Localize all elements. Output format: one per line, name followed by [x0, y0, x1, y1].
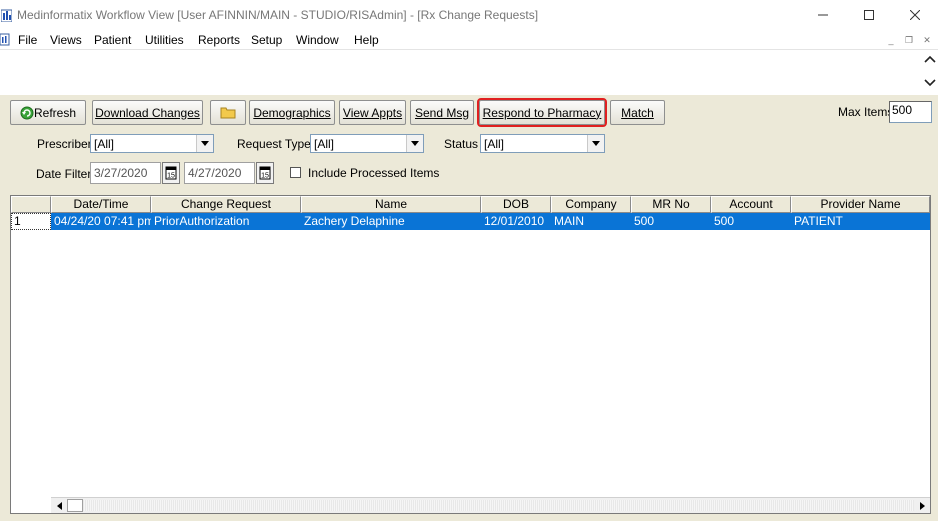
menu-patient[interactable]: Patient	[94, 33, 131, 47]
mdi-child-icon[interactable]	[0, 33, 10, 46]
chevron-down-icon	[196, 135, 213, 152]
mdi-minimize-icon[interactable]: _	[884, 34, 898, 46]
cell-provider-name: PATIENT	[794, 214, 843, 228]
include-processed-checkbox[interactable]	[290, 167, 301, 178]
date-to-calendar-button[interactable]: 15	[256, 162, 274, 184]
max-items-label: Max Items	[838, 105, 894, 119]
rx-change-requests-grid[interactable]: Date/Time Change Request Name DOB Compan…	[10, 195, 931, 514]
horizontal-scrollbar[interactable]	[51, 497, 930, 513]
menu-file[interactable]: File	[18, 33, 37, 47]
match-label: Match	[621, 105, 654, 120]
cell-mr-no: 500	[634, 214, 655, 228]
menu-utilities[interactable]: Utilities	[145, 33, 184, 47]
cell-date-time: 04/24/20 07:41 pm	[54, 214, 151, 228]
column-header-change-request[interactable]: Change Request	[151, 196, 301, 213]
menu-window[interactable]: Window	[296, 33, 339, 47]
header-panel	[0, 50, 938, 95]
chevron-down-icon	[587, 135, 604, 152]
demographics-label: Demographics	[253, 105, 331, 120]
date-from-calendar-button[interactable]: 15	[162, 162, 180, 184]
window-title: Medinformatix Workflow View [User AFINNI…	[17, 8, 539, 22]
scroll-down-icon[interactable]	[924, 76, 936, 88]
status-select[interactable]: [All]	[480, 134, 605, 153]
scrollbar-track[interactable]	[83, 500, 914, 511]
row-index-cell[interactable]: 1	[11, 213, 51, 230]
match-button[interactable]: Match	[610, 100, 665, 125]
mdi-restore-icon[interactable]: ❐	[902, 34, 916, 46]
scroll-up-icon[interactable]	[924, 54, 936, 66]
svg-text:15: 15	[167, 173, 175, 180]
mdi-close-icon[interactable]: ✕	[920, 34, 934, 46]
include-processed-label: Include Processed Items	[308, 166, 440, 180]
column-header-account[interactable]: Account	[711, 196, 791, 213]
cell-change-request: PriorAuthorization	[154, 214, 250, 228]
menu-help[interactable]: Help	[354, 33, 379, 47]
menu-setup[interactable]: Setup	[251, 33, 282, 47]
date-filter-label: Date Filter	[36, 167, 92, 181]
row-header-corner	[11, 196, 51, 213]
column-header-company[interactable]: Company	[551, 196, 631, 213]
refresh-button[interactable]: Refresh	[10, 100, 86, 125]
prescriber-value: [All]	[94, 137, 115, 151]
scroll-right-icon[interactable]	[914, 498, 930, 513]
respond-to-pharmacy-button[interactable]: Respond to Pharmacy	[477, 98, 607, 127]
demographics-button[interactable]: Demographics	[249, 100, 335, 125]
prescriber-select[interactable]: [All]	[90, 134, 214, 153]
date-to-input[interactable]: 4/27/2020	[184, 162, 255, 184]
calendar-icon: 15	[259, 166, 271, 180]
send-msg-button[interactable]: Send Msg	[410, 100, 474, 125]
column-header-provider-name[interactable]: Provider Name	[791, 196, 930, 213]
respond-to-pharmacy-label: Respond to Pharmacy	[482, 105, 602, 120]
maximize-icon[interactable]	[846, 0, 892, 30]
status-label: Status	[444, 137, 479, 151]
column-header-name[interactable]: Name	[301, 196, 481, 213]
calendar-icon: 15	[165, 166, 177, 180]
view-appts-label: View Appts	[342, 105, 403, 120]
status-value: [All]	[484, 137, 505, 151]
scroll-left-icon[interactable]	[51, 498, 67, 513]
download-changes-button[interactable]: Download Changes	[92, 100, 203, 125]
column-header-date-time[interactable]: Date/Time	[51, 196, 151, 213]
menu-views[interactable]: Views	[50, 33, 82, 47]
menu-reports[interactable]: Reports	[198, 33, 240, 47]
request-type-label: Request Type	[237, 137, 311, 151]
max-items-input[interactable]: 500	[889, 101, 932, 123]
cell-name: Zachery Delaphine	[304, 214, 405, 228]
prescriber-label: Prescriber	[37, 137, 92, 151]
request-type-value: [All]	[314, 137, 335, 151]
column-header-mr-no[interactable]: MR No	[631, 196, 711, 213]
request-type-select[interactable]: [All]	[310, 134, 424, 153]
table-row[interactable]: 04/24/20 07:41 pm PriorAuthorization Zac…	[11, 213, 930, 230]
scrollbar-thumb[interactable]	[67, 499, 83, 512]
app-icon	[1, 9, 12, 22]
download-changes-label: Download Changes	[95, 105, 200, 120]
menu-bar: File Views Patient Utilities Reports Set…	[0, 30, 938, 50]
cell-account: 500	[714, 214, 735, 228]
cell-company: MAIN	[554, 214, 584, 228]
view-appts-button[interactable]: View Appts	[339, 100, 406, 125]
minimize-icon[interactable]	[800, 0, 846, 30]
send-msg-label: Send Msg	[414, 105, 470, 120]
folder-icon	[220, 107, 236, 119]
close-icon[interactable]	[892, 0, 938, 30]
title-bar: Medinformatix Workflow View [User AFINNI…	[0, 0, 938, 30]
date-from-input[interactable]: 3/27/2020	[90, 162, 161, 184]
refresh-icon	[20, 106, 34, 119]
chevron-down-icon	[406, 135, 423, 152]
cell-dob: 12/01/2010	[484, 214, 545, 228]
column-header-dob[interactable]: DOB	[481, 196, 551, 213]
open-folder-button[interactable]	[210, 100, 246, 125]
refresh-label: Refresh	[33, 105, 77, 120]
svg-text:15: 15	[261, 173, 269, 180]
